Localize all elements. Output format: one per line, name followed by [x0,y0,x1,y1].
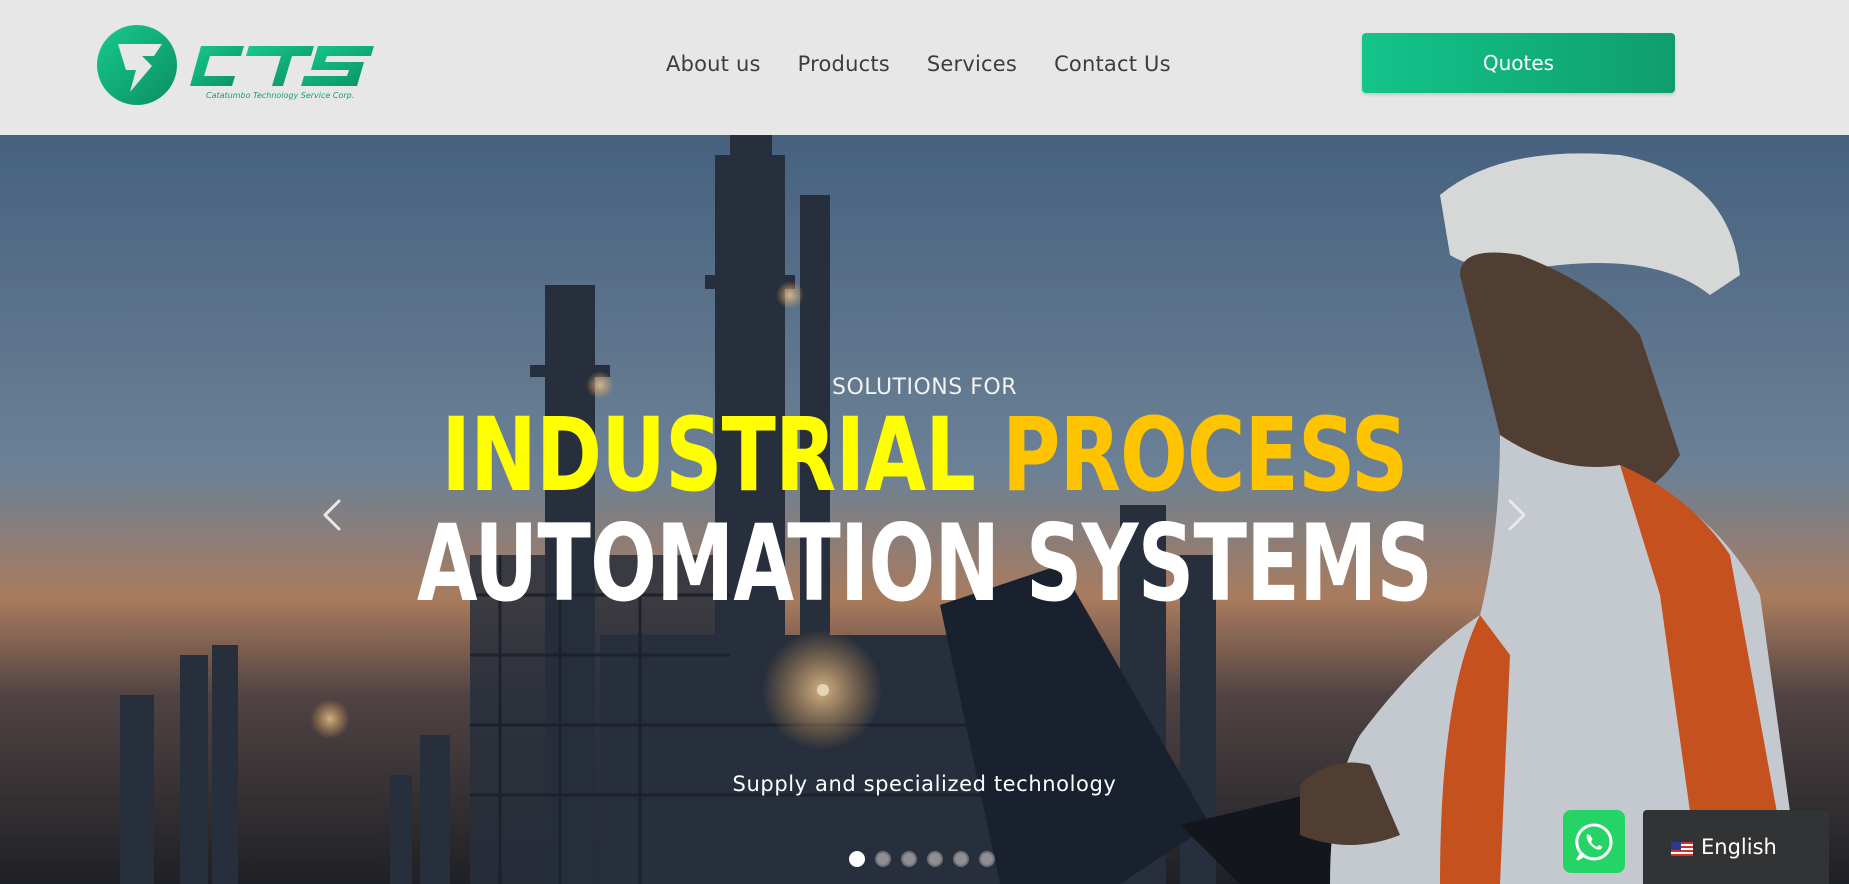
nav-products[interactable]: Products [798,52,890,76]
chevron-right-icon [1508,499,1526,531]
slider-dot-3[interactable] [901,851,917,867]
nav-about-us[interactable]: About us [666,52,761,76]
site-header: Catatumbo Technology Service Corp. About… [0,0,1849,135]
whatsapp-button[interactable] [1563,810,1625,873]
hero-slider: SOLUTIONS FOR INDUSTRIAL PROCESS AUTOMAT… [0,135,1849,884]
cts-logo[interactable]: Catatumbo Technology Service Corp. [96,22,381,108]
slider-next-arrow[interactable] [1502,493,1532,537]
nav-services[interactable]: Services [927,52,1017,76]
hero-headline-process: PROCESS [1002,396,1408,515]
slider-dot-1[interactable] [849,851,865,867]
slider-dot-2[interactable] [875,851,891,867]
logo-tagline: Catatumbo Technology Service Corp. [206,91,355,100]
chevron-left-icon [323,499,341,531]
slider-pagination [849,851,995,867]
slider-dot-5[interactable] [953,851,969,867]
quotes-button[interactable]: Quotes [1362,33,1675,93]
slider-dot-4[interactable] [927,851,943,867]
main-nav: About us Products Services Contact Us [666,52,1171,76]
hero-headline-industrial: INDUSTRIAL [441,396,976,515]
language-switcher[interactable]: English [1643,810,1829,884]
us-flag-icon [1671,842,1693,856]
hero-subtitle: Supply and specialized technology [732,772,1117,796]
slider-prev-arrow[interactable] [317,493,347,537]
language-label: English [1701,835,1777,859]
slider-dot-6[interactable] [979,851,995,867]
hero-headline-line2: AUTOMATION SYSTEMS [416,502,1433,625]
nav-contact-us[interactable]: Contact Us [1054,52,1171,76]
whatsapp-icon [1575,822,1613,860]
hero-headline-line1: INDUSTRIAL PROCESS [203,405,1645,507]
